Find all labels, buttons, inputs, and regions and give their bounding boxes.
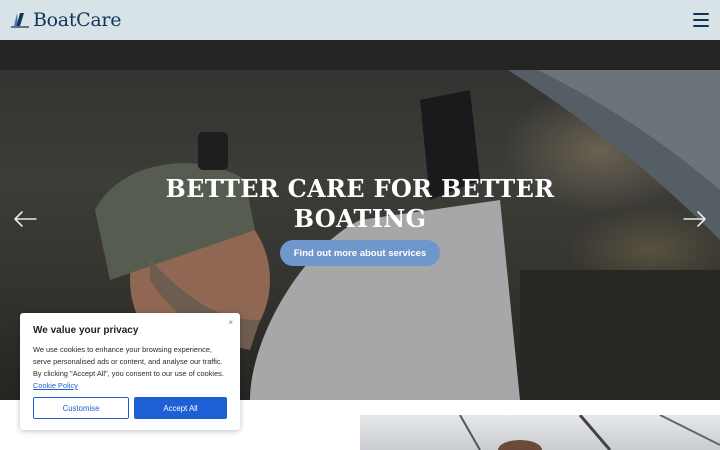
accept-all-button[interactable]: Accept All (134, 397, 227, 419)
close-icon[interactable]: × (228, 318, 233, 327)
services-cta-button[interactable]: Find out more about services (280, 240, 440, 266)
customise-button[interactable]: Customise (33, 397, 129, 419)
site-header: BoatCare (0, 0, 720, 40)
cookie-consent-banner: × We value your privacy We use cookies t… (20, 313, 240, 430)
photo-rigging (459, 415, 720, 450)
cookie-actions: Customise Accept All (33, 397, 227, 419)
cookie-message: We use cookies to enhance your browsing … (33, 344, 227, 392)
cookie-title: We value your privacy (33, 325, 139, 336)
section-photo (360, 415, 720, 450)
brand-name: BoatCare (33, 9, 122, 31)
hamburger-menu-icon[interactable] (693, 13, 709, 27)
arrow-left-icon[interactable] (12, 208, 38, 230)
arrow-right-icon[interactable] (682, 208, 708, 230)
cookie-message-text: We use cookies to enhance your browsing … (33, 345, 224, 378)
page: BoatCare BETTER CARE FOR BETTER BOATING … (0, 0, 720, 450)
brand-logo[interactable]: BoatCare (11, 9, 121, 31)
cookie-policy-link[interactable]: Cookie Policy (33, 381, 78, 390)
sail-mark-icon (11, 13, 29, 28)
hero-title: BETTER CARE FOR BETTER BOATING (165, 174, 555, 233)
